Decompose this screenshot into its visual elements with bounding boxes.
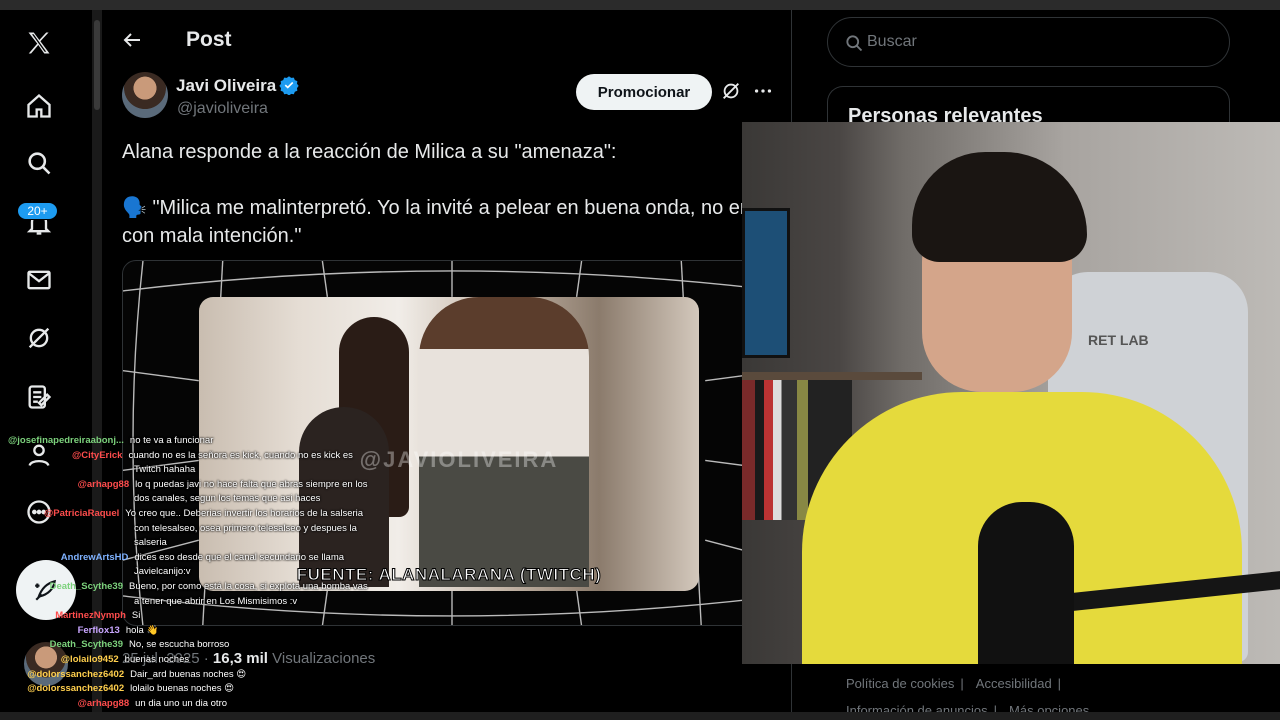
chat-username: @PatriciaRaquel — [44, 508, 120, 519]
chat-username: @CityErick — [72, 449, 123, 461]
browser-top-strip — [0, 0, 1280, 10]
author-handle[interactable]: @javioliveira — [177, 100, 268, 118]
post-more-options-icon[interactable] — [752, 80, 776, 104]
chat-username: @arhapg88 — [77, 697, 130, 709]
chat-message: con telesalseo, osea primero telesalseo … — [134, 522, 357, 537]
grok-explain-icon[interactable] — [720, 80, 744, 104]
chat-message: Twitch hahaha — [134, 463, 195, 478]
microphone — [978, 502, 1074, 664]
chat-username: @dolorssanchez6402 — [27, 668, 125, 680]
chat-text: no te va a funcionar — [129, 435, 214, 446]
chat-text: Javielcanijo:v — [134, 566, 191, 578]
post-text-line1: Alana responde a la reacción de Milica a… — [122, 141, 617, 163]
chat-username: @dolorssanchez6402 — [27, 683, 125, 695]
chat-text: salseria — [134, 537, 167, 549]
chat-message: Ferflox13 hola 👋 — [78, 624, 159, 639]
chat-message: @arhapg88 lo q puedas javi no hace falta … — [78, 478, 368, 493]
chat-message: Javielcanijo:v — [134, 565, 191, 580]
chat-message: dos canales, segun los temas que asi hac… — [134, 492, 320, 507]
chat-message: Death_Scythe39 No, se escucha borroso — [50, 638, 230, 653]
chat-message: @josefinapedreiraabonj... no te va a func… — [8, 434, 213, 449]
chat-text: Si — [131, 610, 141, 622]
chat-text: a tener que abrir en Los Mismisimos :v — [134, 595, 298, 607]
chat-username: Death_Scythe39 — [49, 581, 123, 592]
chat-text: con telesalseo, osea primero telesalseo … — [134, 522, 357, 534]
post-text: Alana responde a la reacción de Milica a… — [122, 138, 762, 278]
grok-icon[interactable] — [18, 317, 60, 359]
x-logo-icon[interactable] — [18, 22, 60, 64]
promote-button[interactable]: Promocionar — [576, 74, 712, 110]
post-text-quote: 🗣️ "Milica me malinterpretó. Yo la invit… — [122, 197, 758, 247]
chat-text: Dair_ard buenas noches 😍 — [130, 668, 247, 680]
chat-text: lolailo buenas noches 😍 — [130, 683, 235, 695]
accessibility-link[interactable]: Accesibilidad — [976, 676, 1052, 691]
streamer-hair — [912, 152, 1087, 262]
stream-chat-overlay: @josefinapedreiraabonj... no te va a func… — [0, 432, 400, 712]
chat-text: cuando no es la señora es kick, cuando n… — [128, 449, 353, 461]
chair-logo: RET LAB — [1088, 332, 1149, 348]
chat-username: @lolailo9452 — [60, 654, 119, 665]
chat-message: a tener que abrir en Los Mismisimos :v — [134, 595, 297, 610]
webcam-background-monitor — [742, 208, 790, 358]
taskbar-strip — [0, 712, 1280, 720]
author-name[interactable]: Javi Oliveira — [176, 76, 276, 96]
chat-message: @arhapg88 un dia uno un dia otro — [78, 697, 227, 712]
chat-text: dices eso desde que el canal secundario … — [134, 551, 345, 563]
chat-message: @lolailo9452 buenas noches — [61, 653, 189, 668]
notifications-badge: 20+ — [17, 202, 58, 220]
chat-username: Death_Scythe39 — [49, 639, 123, 651]
chat-message: @CityErick cuando no es la señora es kick… — [72, 449, 353, 464]
streamer-webcam: RET LAB — [742, 122, 1280, 664]
chat-text: Bueno, por como está la cosa, si explota… — [129, 581, 368, 592]
verified-badge-icon — [279, 75, 299, 96]
chat-text: lo q puedas javi no hace falta que abras… — [135, 478, 368, 490]
chat-message: salseria — [134, 536, 167, 551]
back-arrow-icon[interactable] — [120, 28, 148, 56]
search-placeholder: Buscar — [867, 33, 917, 50]
cookies-policy-link[interactable]: Política de cookies — [846, 676, 954, 691]
chat-text: Yo creo que.. Deberias invertir los hora… — [125, 508, 364, 519]
chat-message: @dolorssanchez6402 Dair_ard buenas noches… — [27, 668, 246, 683]
messages-mail-icon[interactable] — [18, 259, 60, 301]
explore-search-icon[interactable] — [18, 142, 60, 184]
chat-username: Ferflox13 — [77, 624, 120, 636]
chat-username: @arhapg88 — [77, 478, 130, 490]
chat-message: MartinezNymph Si — [55, 609, 140, 624]
chat-username: AndrewArtsHD — [60, 551, 129, 563]
lists-icon[interactable] — [18, 376, 60, 418]
home-icon[interactable] — [18, 85, 60, 127]
page-title: Post — [186, 28, 232, 51]
chat-message: @PatriciaRaquel Yo creo que.. Deberias in… — [44, 507, 363, 522]
chat-message: Death_Scythe39 Bueno, por como está la co… — [50, 580, 368, 595]
chat-username: @josefinapedreiraabonj... — [8, 435, 124, 446]
chat-text: buenas noches — [124, 654, 190, 665]
chat-text: hola 👋 — [125, 624, 159, 636]
author-avatar[interactable] — [122, 72, 168, 118]
chat-text: No, se escucha borroso — [129, 639, 230, 651]
search-input[interactable]: Buscar — [827, 17, 1230, 67]
video-person-3 — [419, 297, 589, 587]
chat-text: Twitch hahaha — [134, 464, 196, 476]
chat-text: un dia uno un dia otro — [135, 697, 228, 709]
search-icon — [844, 33, 864, 53]
webcam-shelf — [742, 372, 922, 380]
chat-text: dos canales, segun los temas que asi hac… — [134, 493, 321, 505]
chat-message: AndrewArtsHD dices eso desde que el canal… — [61, 551, 344, 566]
chat-message: @dolorssanchez6402 lolailo buenas noches … — [27, 682, 234, 697]
chat-username: MartinezNymph — [55, 610, 126, 622]
